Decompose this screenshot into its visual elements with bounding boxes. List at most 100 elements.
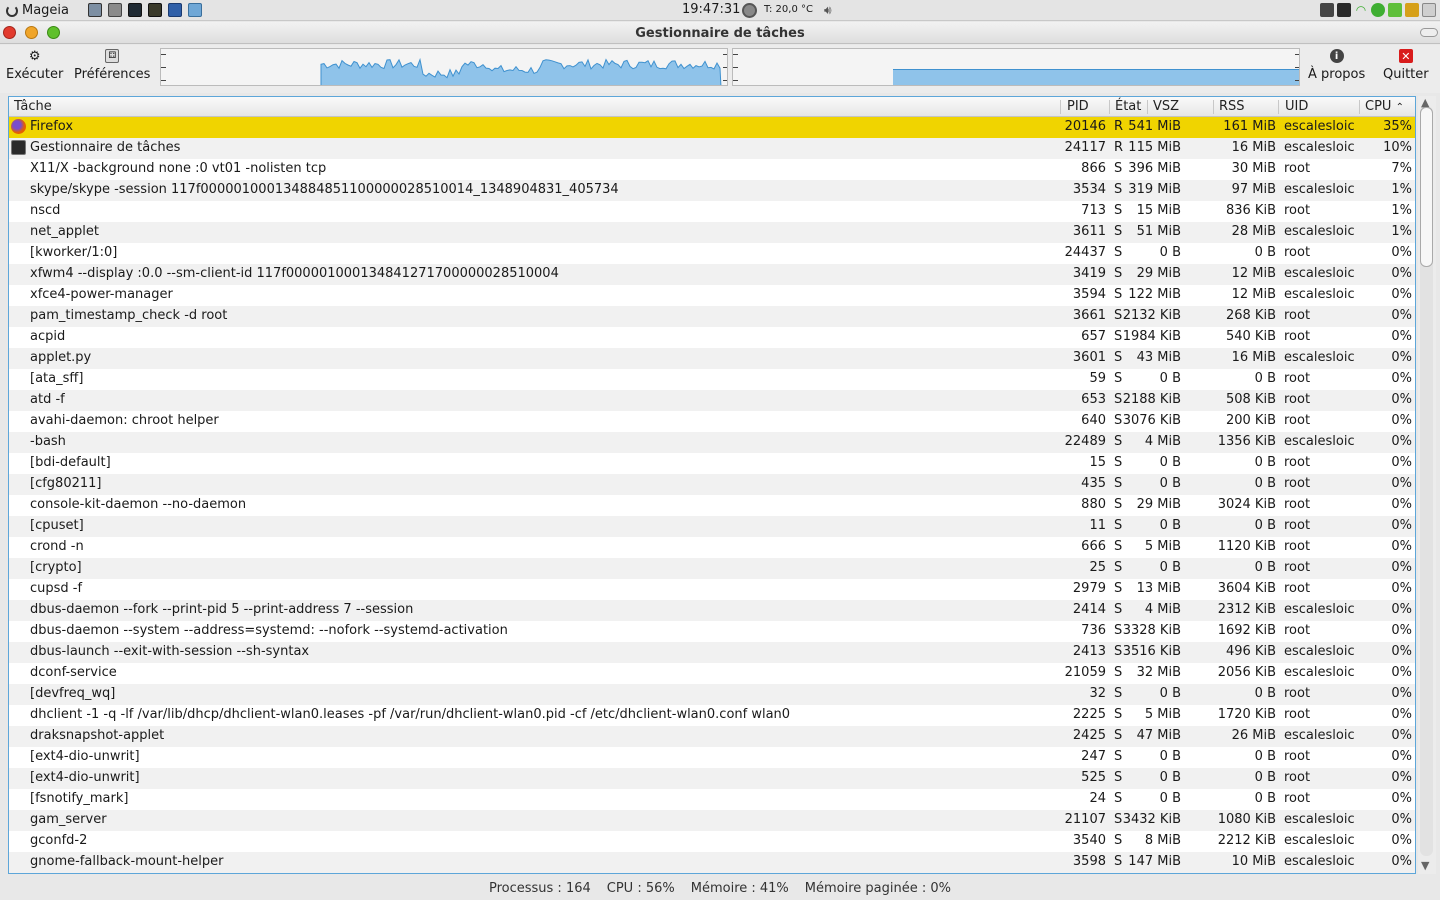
table-row[interactable]: skype/skype -session 117f000001000134884… [9,180,1415,201]
uid-cell: root [1284,560,1311,575]
update-ok-icon[interactable] [1371,3,1385,17]
table-row[interactable]: [devfreq_wq] 32 S 0 B 0 B root 0% [9,684,1415,705]
table-row[interactable]: avahi-daemon: chroot helper 640 S 3076 KiB 2… [9,411,1415,432]
tray-app-icon[interactable] [1320,3,1334,17]
preferences-button-label: Préférences [74,67,151,82]
table-row[interactable]: cupsd -f 2979 S 13 MiB 3604 KiB root 0% [9,579,1415,600]
column-header-uid[interactable]: UID [1285,99,1308,114]
vsz-cell: 0 B [1159,476,1181,491]
rss-cell: 0 B [1254,245,1276,260]
table-row[interactable]: [fsnotify_mark] 24 S 0 B 0 B root 0% [9,789,1415,810]
task-name: [fsnotify_mark] [30,791,129,806]
table-row[interactable]: [bdi-default] 15 S 0 B 0 B root 0% [9,453,1415,474]
state-cell: S [1114,161,1123,176]
power-icon[interactable] [1422,3,1436,17]
table-row[interactable]: dbus-daemon --fork --print-pid 5 --print… [9,600,1415,621]
column-header-cpu[interactable]: CPU ⌃ [1365,99,1404,114]
volume-icon[interactable]: 🔊︎ [824,3,832,18]
task-name: cupsd -f [30,581,83,596]
table-row[interactable]: dhclient -1 -q -lf /var/lib/dhcp/dhclien… [9,705,1415,726]
table-row[interactable]: [kworker/1:0] 24437 S 0 B 0 B root 0% [9,243,1415,264]
process-table[interactable]: Tâche PID État VSZ RSS UID CPU ⌃ Firefox… [8,96,1416,874]
table-row[interactable]: net_applet 3611 S 51 MiB 28 MiB escalesloic 1% [9,222,1415,243]
pid-cell: 666 [1081,539,1106,554]
column-header-rss[interactable]: RSS [1219,99,1245,114]
state-cell: S [1114,728,1123,743]
uid-cell: escalesloic [1284,182,1355,197]
table-row[interactable]: draksnapshot-applet 2425 S 47 MiB 26 MiB esca… [9,726,1415,747]
table-row[interactable]: [crypto] 25 S 0 B 0 B root 0% [9,558,1415,579]
table-row[interactable]: Gestionnaire de tâches 24117 R 115 MiB 16 Mi… [9,138,1415,159]
table-row[interactable]: dconf-service 21059 S 32 MiB 2056 KiB escales… [9,663,1415,684]
table-row[interactable]: console-kit-daemon --no-daemon 880 S 29 MiB… [9,495,1415,516]
uid-cell: escalesloic [1284,266,1355,281]
table-row[interactable]: gconfd-2 3540 S 8 MiB 2212 KiB escalesloic 0% [9,831,1415,852]
table-row[interactable]: xfwm4 --display :0.0 --sm-client-id 117f… [9,264,1415,285]
table-row[interactable]: -bash 22489 S 4 MiB 1356 KiB escalesloic 0% [9,432,1415,453]
scrollbar-thumb[interactable] [1420,107,1433,267]
table-row[interactable]: [ext4-dio-unwrit] 525 S 0 B 0 B root 0% [9,768,1415,789]
pid-cell: 525 [1081,770,1106,785]
table-row[interactable]: gnome-fallback-mount-helper 3598 S 147 MiB 1… [9,852,1415,873]
launcher-5-icon[interactable] [168,3,182,17]
table-row[interactable]: [cpuset] 11 S 0 B 0 B root 0% [9,516,1415,537]
run-button[interactable]: ⚙ Exécuter [6,49,63,83]
temperature-readout: T: 20,0 °C [764,4,813,15]
battery-icon[interactable] [1388,3,1402,17]
column-header-vsz[interactable]: VSZ [1153,99,1179,114]
table-row[interactable]: X11/X -background none :0 vt01 -nolisten… [9,159,1415,180]
applications-menu[interactable]: Mageia [6,2,69,19]
window-shade-button[interactable] [1420,28,1438,37]
vsz-cell: 3076 KiB [1122,413,1181,428]
vertical-scrollbar[interactable]: ▲ ▼ [1418,96,1436,874]
user-icon[interactable] [1405,3,1419,17]
table-row[interactable]: [ext4-dio-unwrit] 247 S 0 B 0 B root 0% [9,747,1415,768]
launcher-6-icon[interactable] [188,3,202,17]
table-row[interactable]: dbus-daemon --system --address=systemd: … [9,621,1415,642]
launcher-1-icon[interactable] [88,3,102,17]
table-row[interactable]: atd -f 653 S 2188 KiB 508 KiB root 0% [9,390,1415,411]
vsz-cell: 0 B [1159,371,1181,386]
table-row[interactable]: gam_server 21107 S 3432 KiB 1080 KiB escalesl… [9,810,1415,831]
tray-monitor-icon[interactable] [1337,3,1351,17]
column-header-task[interactable]: Tâche [14,99,52,114]
quit-button[interactable]: ✕ Quitter [1383,49,1429,82]
window-titlebar[interactable]: Gestionnaire de tâches [0,22,1440,44]
wifi-icon[interactable]: ◠ [1354,3,1368,17]
weather-icon[interactable] [742,3,757,18]
scroll-down-arrow-icon[interactable]: ▼ [1421,859,1429,872]
task-manager-launcher-icon[interactable] [148,3,162,17]
vsz-cell: 122 MiB [1128,287,1181,302]
column-header-pid[interactable]: PID [1067,99,1089,114]
rss-cell: 12 MiB [1231,266,1276,281]
table-row[interactable]: Firefox 20146 R 541 MiB 161 MiB escalesloic 35… [9,117,1415,138]
cpu-cell: 0% [1391,392,1412,407]
table-row[interactable]: applet.py 3601 S 43 MiB 16 MiB escalesloic 0% [9,348,1415,369]
cpu-cell: 1% [1391,224,1412,239]
table-row[interactable]: xfce4-power-manager 3594 S 122 MiB 12 MiB esc… [9,285,1415,306]
table-row[interactable]: dbus-launch --exit-with-session --sh-syn… [9,642,1415,663]
task-name: avahi-daemon: chroot helper [30,413,219,428]
preferences-button[interactable]: ⚃ Préférences [74,49,150,82]
memory-graph-fill [893,69,1299,85]
panel-clock[interactable]: 19:47:31 [682,2,740,17]
table-row[interactable]: pam_timestamp_check -d root 3661 S 2132 KiB… [9,306,1415,327]
vsz-cell: 3516 KiB [1122,644,1181,659]
table-row[interactable]: nscd 713 S 15 MiB 836 KiB root 1% [9,201,1415,222]
vsz-cell: 4 MiB [1144,602,1181,617]
uid-cell: escalesloic [1284,119,1355,134]
column-header-state[interactable]: État [1115,99,1141,114]
about-button[interactable]: i À propos [1308,49,1365,82]
table-row[interactable]: acpid 657 S 1984 KiB 540 KiB root 0% [9,327,1415,348]
vsz-cell: 147 MiB [1128,854,1181,869]
terminal-icon[interactable] [128,3,142,17]
pid-cell: 24 [1089,791,1106,806]
vsz-cell: 0 B [1159,749,1181,764]
launcher-2-icon[interactable] [108,3,122,17]
table-row[interactable]: [cfg80211] 435 S 0 B 0 B root 0% [9,474,1415,495]
pid-cell: 2225 [1072,707,1106,722]
pid-cell: 2979 [1072,581,1106,596]
table-row[interactable]: crond -n 666 S 5 MiB 1120 KiB root 0% [9,537,1415,558]
table-row[interactable]: [ata_sff] 59 S 0 B 0 B root 0% [9,369,1415,390]
cpu-cell: 35% [1383,119,1412,134]
